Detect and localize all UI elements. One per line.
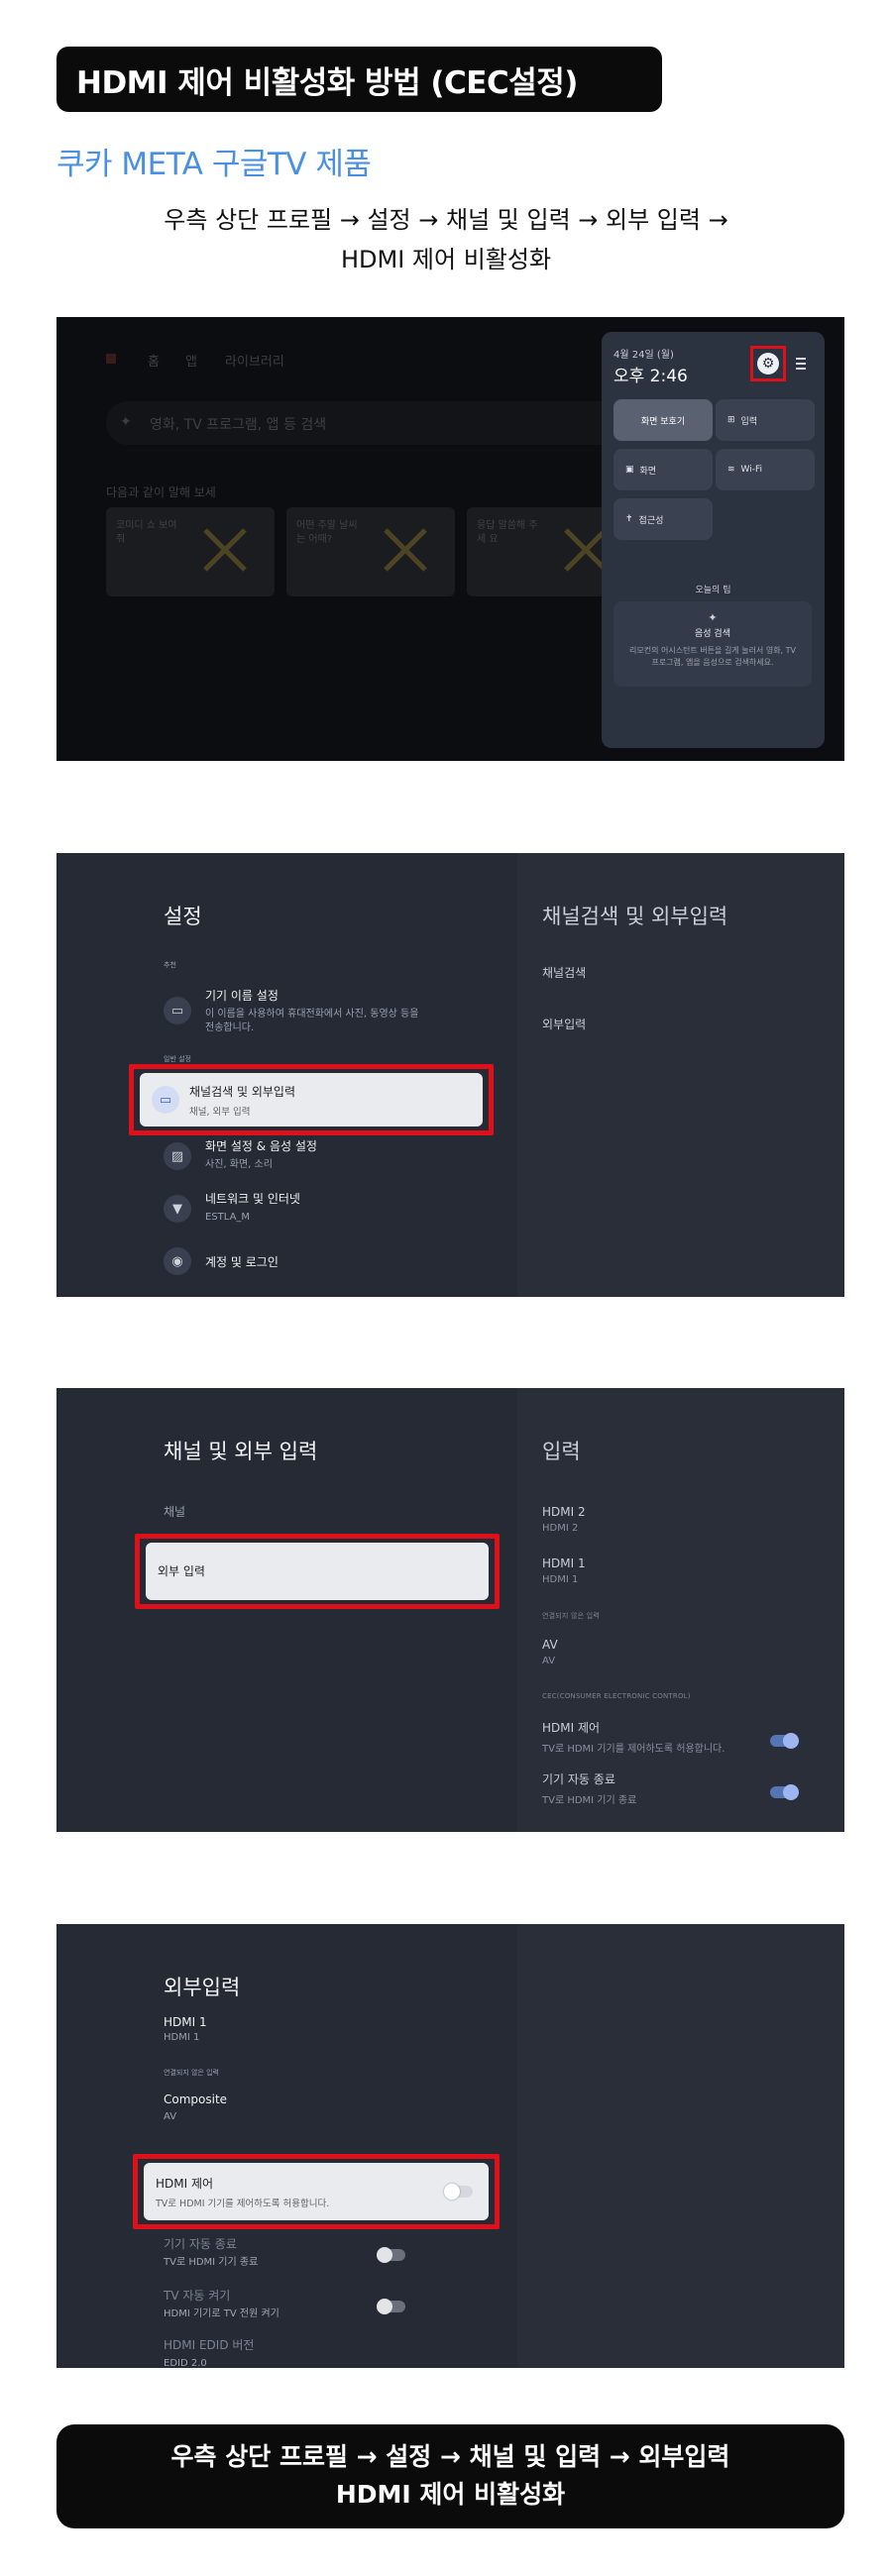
settings-item-account[interactable]: 계정 및 로그인 <box>205 1253 279 1270</box>
label-recommended: 추천 <box>164 961 176 969</box>
nav-home[interactable]: 홈 <box>148 351 160 370</box>
auto-off-toggle[interactable] <box>377 2247 405 2263</box>
page-title: HDMI 제어 비활성화 방법 (CEC설정) <box>56 47 662 112</box>
wifi-icon: ≋ <box>727 465 735 475</box>
suggestion-card[interactable]: 코미디 쇼 보여줘 <box>106 507 275 596</box>
tip-title: 오늘의 팁 <box>695 586 731 595</box>
summary-line-2: HDMI 제어 비활성화 <box>335 2480 566 2509</box>
label-unconnected: 연결되지 않은 입력 <box>164 2069 219 2077</box>
detail-title: 채널검색 및 외부입력 <box>542 905 728 928</box>
setting-tv-auto-on[interactable]: TV 자동 켜기 HDMI 기기로 TV 전원 켜기 <box>164 2287 279 2321</box>
instruction-line-2: HDMI 제어 비활성화 <box>340 246 552 273</box>
assistant-icon: ✦ <box>708 611 718 624</box>
suggestion-heading: 다음과 같이 말해 보세 <box>106 485 216 499</box>
crossed-swords-icon <box>384 528 427 572</box>
settings-item-channel-input[interactable]: ▭ 채널검색 및 외부입력 채널, 외부 입력 <box>140 1073 483 1127</box>
external-input-title: 외부입력 <box>164 1976 241 1999</box>
setting-edid-version[interactable]: HDMI EDID 버전 EDID 2.0 <box>164 2336 254 2368</box>
label-unconnected: 연결되지 않은 입력 <box>542 1612 600 1620</box>
menu-item-channel[interactable]: 채널 <box>164 1503 185 1520</box>
assistant-icon: ✦ <box>120 414 132 430</box>
empty-detail-pane <box>517 1924 844 2368</box>
detail-title: 입력 <box>542 1440 581 1463</box>
accessibility-icon: ✝ <box>625 514 633 524</box>
input-item-hdmi2[interactable]: HDMI 2 HDMI 2 <box>542 1505 586 1534</box>
summary-footer: 우측 상단 프로필 → 설정 → 채널 및 입력 → 외부입력 HDMI 제어 … <box>56 2424 844 2528</box>
input-item-hdmi1[interactable]: HDMI 1 HDMI 1 <box>164 2015 207 2045</box>
crossed-swords-icon <box>203 528 247 572</box>
detail-item-external-input[interactable]: 외부입력 <box>542 1016 586 1032</box>
search-placeholder: 영화, TV 프로그램, 앱 등 검색 <box>150 417 327 433</box>
tile-picture[interactable]: ▣ 화면 <box>613 449 713 490</box>
product-subtitle: 쿠카 META 구글TV 제품 <box>56 147 372 182</box>
nav-library[interactable]: 라이브러리 <box>225 351 284 370</box>
setting-hdmi-control[interactable]: HDMI 제어 TV로 HDMI 기기를 제어하도록 허용합니다. <box>542 1719 725 1755</box>
setting-auto-off[interactable]: 기기 자동 종료 TV로 HDMI 기기 종료 <box>542 1771 636 1806</box>
quick-settings-panel: 4월 24일 (월) 오후 2:46 ⚙ 화면 보호기 ⊞ 입력 ▣ 화면 ≋ Wi-… <box>602 332 825 748</box>
menu-item-external-input[interactable]: 외부 입력 <box>146 1543 489 1600</box>
tile-screensaver[interactable]: 화면 보호기 <box>613 399 713 441</box>
input-icon: ⊞ <box>727 415 735 425</box>
input-item-av[interactable]: AV AV <box>542 1638 558 1666</box>
tile-input[interactable]: ⊞ 입력 <box>716 399 815 441</box>
step3-channel-input-screenshot: 입력 HDMI 2 HDMI 2 HDMI 1 HDMI 1 연결되지 않은 입력 … <box>56 1388 844 1832</box>
setting-hdmi-control[interactable]: HDMI 제어 TV로 HDMI 기기를 제어하도록 허용합니다. <box>144 2163 489 2220</box>
tv-icon: ▭ <box>152 1086 179 1114</box>
settings-item-device-name[interactable]: 기기 이름 설정 이 이름을 사용하여 휴대전화에서 사진, 동영상 등을 전송… <box>205 987 423 1035</box>
tip-body: 리모컨의 어시스턴트 버튼을 길게 눌러서 영화, TV 프로그램, 앱을 음성… <box>629 646 796 667</box>
search-bar[interactable]: ✦ 영화, TV 프로그램, 앱 등 검색 <box>106 401 621 445</box>
instruction-line-1: 우측 상단 프로필 → 설정 → 채널 및 입력 → 외부 입력 → <box>164 206 728 234</box>
input-detail-pane: 입력 HDMI 2 HDMI 2 HDMI 1 HDMI 1 연결되지 않은 입력 … <box>517 1388 844 1832</box>
gear-icon[interactable]: ⚙ <box>757 353 779 375</box>
picture-icon: ▣ <box>625 465 634 475</box>
tv-auto-on-toggle[interactable] <box>377 2299 405 2314</box>
input-item-hdmi1[interactable]: HDMI 1 HDMI 1 <box>542 1556 586 1585</box>
settings-detail-pane: 채널검색 및 외부입력 채널검색 외부입력 <box>517 853 844 1297</box>
tile-wifi[interactable]: ≋ Wi-Fi <box>716 449 815 490</box>
qs-time: 오후 2:46 <box>613 367 688 386</box>
channel-input-title: 채널 및 외부 입력 <box>164 1440 318 1463</box>
cast-icon: ▭ <box>164 997 191 1024</box>
nav-apps[interactable]: 앱 <box>185 351 197 370</box>
step1-home-screenshot: 홈 앱 라이브러리 ✦ 영화, TV 프로그램, 앱 등 검색 다음과 같이 말… <box>56 317 844 761</box>
profile-avatar[interactable] <box>106 354 116 364</box>
tip-card: ✦ 음성 검색 리모컨의 어시스턴트 버튼을 길게 눌러서 영화, TV 프로그… <box>613 601 812 687</box>
setting-auto-off[interactable]: 기기 자동 종료 TV로 HDMI 기기 종료 <box>164 2235 258 2270</box>
menu-icon[interactable] <box>796 358 806 370</box>
settings-item-network[interactable]: 네트워크 및 인터넷 ESTLA_M <box>205 1190 300 1225</box>
wifi-icon: ▼ <box>164 1195 191 1223</box>
label-general: 일반 설정 <box>164 1055 191 1063</box>
settings-item-display-sound[interactable]: 화면 설정 & 음성 설정 사진, 화면, 소리 <box>205 1137 317 1172</box>
auto-off-toggle[interactable] <box>770 1784 799 1800</box>
settings-highlight-box: ⚙ <box>750 346 786 381</box>
settings-title: 설정 <box>164 905 202 928</box>
account-icon: ◉ <box>164 1247 191 1275</box>
page-title-text: HDMI 제어 비활성화 방법 (CEC설정) <box>76 64 578 101</box>
tile-accessibility[interactable]: ✝ 접근성 <box>613 498 713 540</box>
suggestion-card[interactable]: 어떤 주말 날씨는 어때? <box>286 507 455 596</box>
hdmi-control-toggle[interactable] <box>770 1733 799 1749</box>
summary-line-1: 우측 상단 프로필 → 설정 → 채널 및 입력 → 외부입력 <box>170 2442 730 2471</box>
detail-item-channel-search[interactable]: 채널검색 <box>542 964 586 981</box>
input-item-composite[interactable]: Composite AV <box>164 2093 227 2124</box>
step4-external-input-screenshot: 외부입력 HDMI 1 HDMI 1 연결되지 않은 입력 Composite AV… <box>56 1924 844 2368</box>
tip-heading: 음성 검색 <box>695 629 730 639</box>
label-cec: CEC(CONSUMER ELECTRONIC CONTROL) <box>542 1692 691 1700</box>
hdmi-control-toggle[interactable] <box>444 2184 473 2200</box>
step2-settings-screenshot: 채널검색 및 외부입력 채널검색 외부입력 설정 추천 ▭ 기기 이름 설정 이… <box>56 853 844 1297</box>
qs-date: 4월 24일 (월) <box>613 350 674 361</box>
picture-sound-icon: ▨ <box>164 1142 191 1170</box>
